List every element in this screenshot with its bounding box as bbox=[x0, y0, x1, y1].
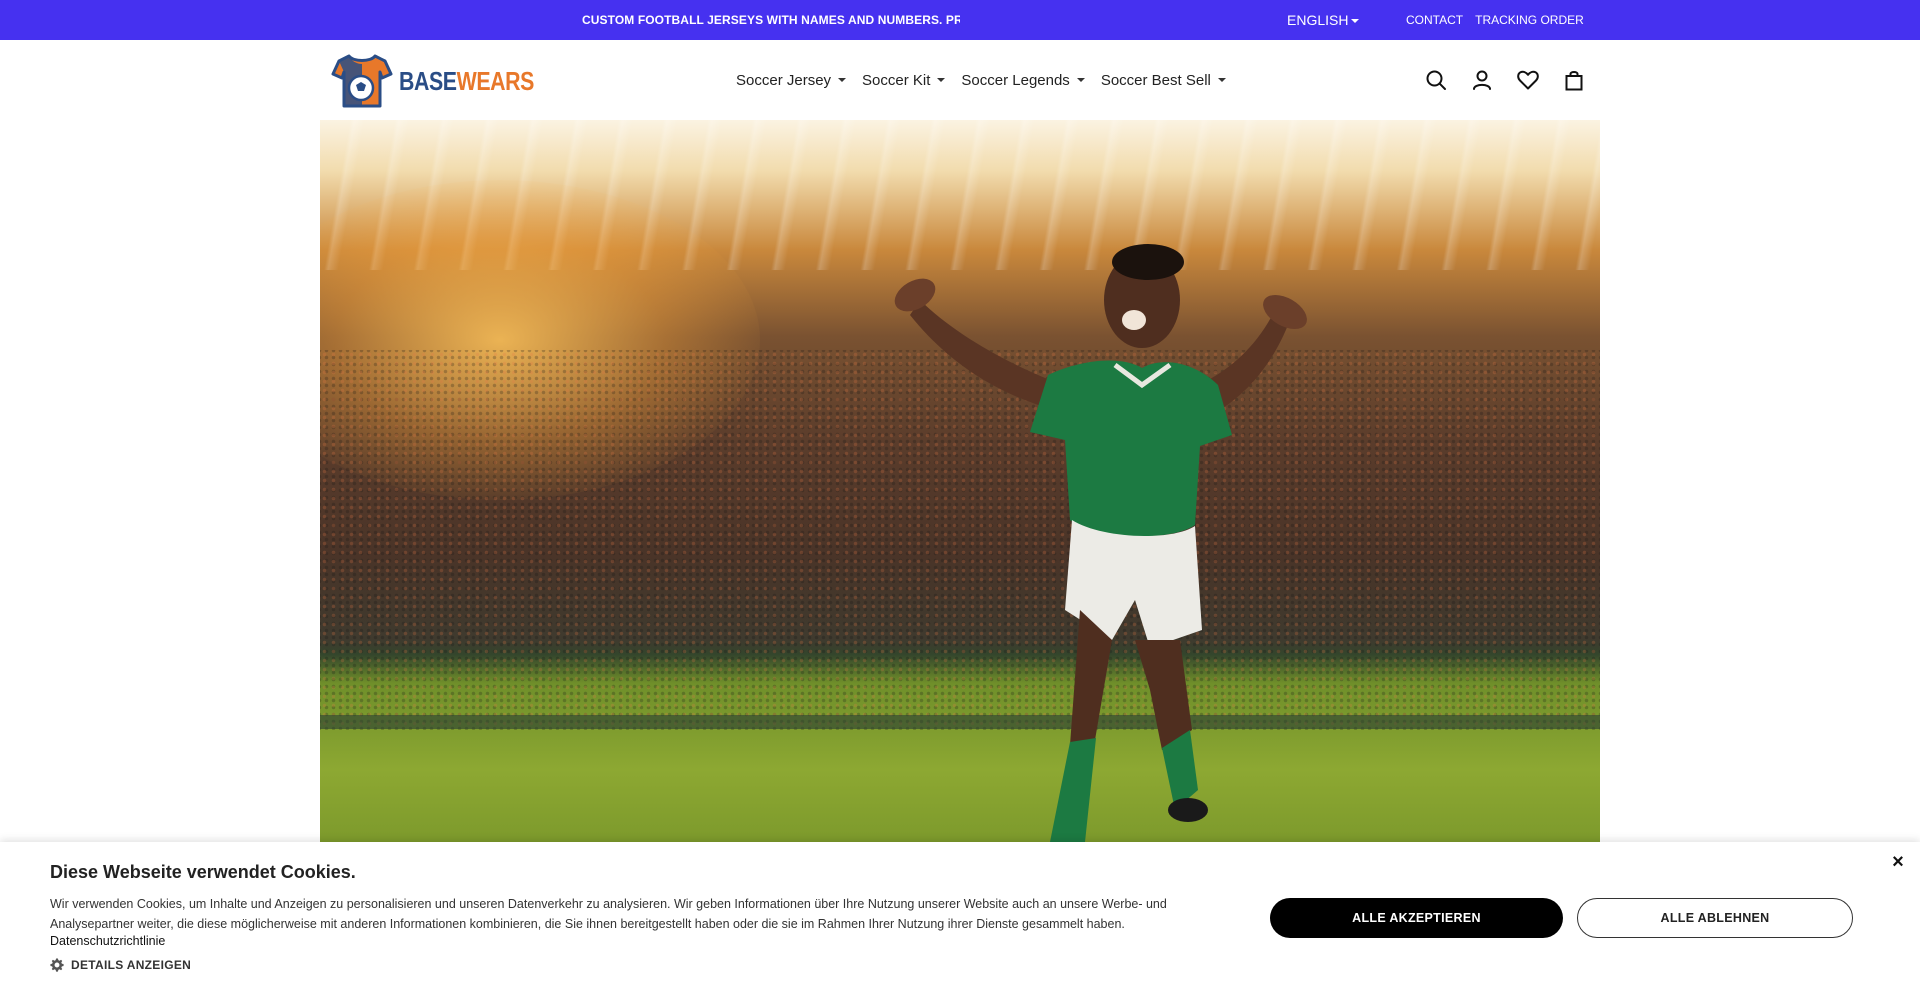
logo[interactable]: BASEWEARS bbox=[331, 52, 564, 110]
gear-icon bbox=[50, 958, 64, 972]
privacy-policy-link[interactable]: Datenschutzrichtlinie bbox=[50, 934, 165, 948]
nav-soccer-legends[interactable]: Soccer Legends bbox=[961, 72, 1085, 89]
chevron-down-icon bbox=[937, 78, 946, 82]
header-icons bbox=[1424, 40, 1586, 120]
account-icon[interactable] bbox=[1470, 68, 1494, 92]
announcement-text: CUSTOM FOOTBALL JERSEYS WITH NAMES AND N… bbox=[582, 13, 960, 27]
wishlist-icon[interactable] bbox=[1516, 68, 1540, 92]
chevron-down-icon bbox=[1076, 78, 1085, 82]
nav-soccer-best-sell[interactable]: Soccer Best Sell bbox=[1101, 72, 1226, 89]
main-nav: Soccer Jersey Soccer Kit Soccer Legends … bbox=[736, 40, 1226, 120]
top-links: CONTACT TRACKING ORDER bbox=[1406, 0, 1584, 40]
chevron-down-icon bbox=[1217, 78, 1226, 82]
search-icon[interactable] bbox=[1424, 68, 1448, 92]
cart-icon[interactable] bbox=[1562, 68, 1586, 92]
chevron-down-icon bbox=[838, 78, 847, 82]
show-details-toggle[interactable]: DETAILS ANZEIGEN bbox=[50, 958, 191, 972]
reject-all-button[interactable]: ALLE ABLEHNEN bbox=[1577, 898, 1853, 938]
cookie-title: Diese Webseite verwendet Cookies. bbox=[50, 862, 356, 882]
jersey-logo-icon bbox=[331, 54, 393, 108]
cookie-consent-banner: Diese Webseite verwendet Cookies. Wir ve… bbox=[0, 842, 1920, 993]
logo-text: BASEWEARS bbox=[399, 65, 534, 96]
nav-soccer-jersey[interactable]: Soccer Jersey bbox=[736, 72, 847, 89]
cookie-description: Wir verwenden Cookies, um Inhalte und An… bbox=[50, 897, 1167, 931]
announcement-bar: CUSTOM FOOTBALL JERSEYS WITH NAMES AND N… bbox=[0, 0, 1920, 40]
language-label: ENGLISH bbox=[1287, 12, 1349, 28]
hero-banner-image[interactable] bbox=[320, 120, 1600, 842]
language-selector[interactable]: ENGLISH bbox=[1287, 0, 1360, 40]
accept-all-button[interactable]: ALLE AKZEPTIEREN bbox=[1270, 898, 1563, 938]
site-header: BASEWEARS Soccer Jersey Soccer Kit Socce… bbox=[0, 40, 1920, 120]
chevron-down-icon bbox=[1351, 18, 1360, 23]
tracking-order-link[interactable]: TRACKING ORDER bbox=[1475, 13, 1584, 27]
contact-link[interactable]: CONTACT bbox=[1406, 13, 1463, 27]
show-details-label: DETAILS ANZEIGEN bbox=[71, 958, 192, 972]
celebrating-player-figure bbox=[894, 244, 1307, 842]
nav-soccer-kit[interactable]: Soccer Kit bbox=[862, 72, 946, 89]
close-icon[interactable]: × bbox=[1888, 852, 1908, 872]
